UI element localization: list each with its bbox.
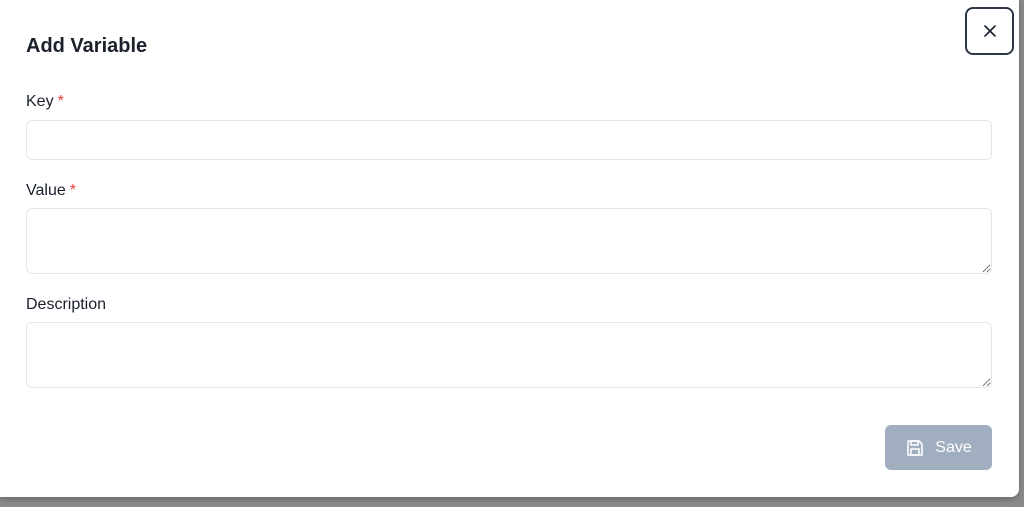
key-input[interactable] <box>26 120 992 160</box>
save-icon <box>905 438 925 458</box>
value-label: Value * <box>26 181 76 201</box>
key-required-marker: * <box>57 93 64 110</box>
key-label-text: Key <box>26 93 54 110</box>
save-button[interactable]: Save <box>885 425 992 470</box>
description-label-text: Description <box>26 296 107 313</box>
close-icon <box>983 24 997 38</box>
close-button[interactable] <box>965 7 1014 55</box>
add-variable-dialog: Add Variable Key * Value * Description Sav… <box>0 0 1019 497</box>
description-textarea[interactable] <box>26 322 992 388</box>
dialog-title: Add Variable <box>26 35 148 57</box>
value-required-marker: * <box>69 182 76 199</box>
description-label: Description <box>26 295 106 315</box>
value-textarea[interactable] <box>26 208 992 274</box>
save-label: Save <box>935 438 972 456</box>
key-label: Key * <box>26 92 64 112</box>
value-label-text: Value <box>26 182 66 199</box>
